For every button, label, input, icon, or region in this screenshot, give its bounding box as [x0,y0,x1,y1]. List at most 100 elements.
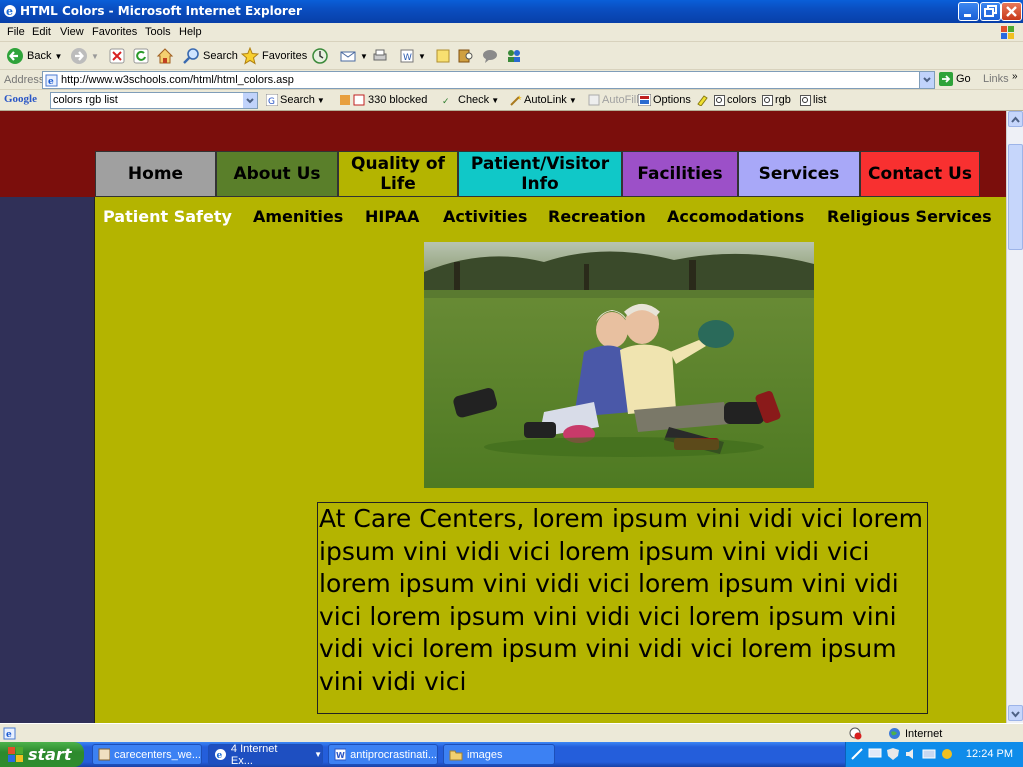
taskbar-item-internet-explorer[interactable]: e 4 Internet Ex... ▼ [208,743,323,767]
start-button[interactable]: start [0,742,84,767]
start-label: start [28,745,72,764]
find-term-icon [762,94,773,106]
google-logo[interactable]: Google [4,93,37,105]
forward-button[interactable]: ▼ [70,46,99,66]
device-icon[interactable] [922,747,936,761]
chevron-down-icon [246,98,254,104]
back-button[interactable]: Back ▼ [6,46,62,66]
spell-check-button[interactable]: ✓ Check ▼ [442,94,499,106]
nav-services[interactable]: Services [738,151,860,197]
research-button[interactable] [457,46,475,66]
search-button[interactable]: Search [182,46,238,66]
minimize-button[interactable] [958,2,979,21]
highlighter-icon [697,95,708,106]
options-icon [638,94,651,106]
menu-favorites[interactable]: Favorites [92,26,137,38]
scroll-down-button[interactable] [1008,705,1023,721]
menu-view[interactable]: View [60,26,84,38]
globe-icon [889,728,900,739]
subnav-hipaa[interactable]: HIPAA [365,207,419,226]
address-input[interactable]: e http://www.w3schools.com/html/html_col… [42,71,935,89]
messenger-button[interactable] [481,46,499,66]
nav-contact-us[interactable]: Contact Us [860,151,980,197]
chevron-down-icon: ▼ [316,95,325,105]
popup-blocked-status-icon[interactable] [848,726,862,740]
go-button[interactable]: Go [939,72,971,86]
autolink-wand-icon [510,95,522,106]
menu-bar: File Edit View Favorites Tools Help [0,23,1023,42]
page-status-icon: e [3,727,16,740]
nav-patient-visitor-info[interactable]: Patient/Visitor Info [458,151,622,197]
security-shield-icon[interactable] [886,747,900,761]
close-button[interactable] [1001,2,1022,21]
history-button[interactable] [311,46,329,66]
nav-label: Facilities [637,164,723,184]
links-button[interactable]: Links [983,73,1009,85]
favorites-button[interactable]: Favorites [241,46,307,66]
address-url: http://www.w3schools.com/html/html_color… [61,74,294,86]
google-search-dropdown[interactable] [243,93,257,108]
search-label: Search [203,50,238,62]
refresh-button[interactable] [133,46,149,66]
vertical-scrollbar[interactable] [1006,111,1023,723]
nav-facilities[interactable]: Facilities [622,151,738,197]
home-button[interactable] [156,46,174,66]
chevron-down-icon: ▼ [360,51,368,61]
popup-blocker-icon [340,94,365,106]
standard-toolbar: Back ▼ ▼ Search Favorites ▼ W ▼ [0,42,1023,70]
subnav-patient-safety[interactable]: Patient Safety [103,207,232,226]
favorites-label: Favorites [262,50,308,62]
restore-button[interactable] [980,2,1001,21]
nav-quality-of-life[interactable]: Quality of Life [338,151,458,197]
highlight-term-colors[interactable]: colors [714,94,756,106]
autofill-button[interactable]: AutoFill [588,94,639,106]
svg-text:e: e [48,77,54,87]
back-arrow-icon [7,48,23,64]
google-search-input[interactable]: colors rgb list [50,92,258,109]
network-icon[interactable] [850,747,864,761]
menu-help[interactable]: Help [179,26,202,38]
taskbar-item-carecenters[interactable]: carecenters_we... [92,744,202,765]
close-icon [1006,6,1017,17]
highlighter-button[interactable] [696,94,708,106]
autolink-button[interactable]: AutoLink ▼ [510,94,577,106]
nav-home[interactable]: Home [95,151,216,197]
highlight-term-rgb[interactable]: rgb [762,94,791,106]
mail-button[interactable]: ▼ [339,46,368,66]
subnav-accomodations[interactable]: Accomodations [667,207,804,226]
nav-label: Home [127,164,184,184]
scroll-thumb[interactable] [1008,144,1023,250]
menu-tools[interactable]: Tools [145,26,171,38]
volume-icon[interactable] [904,747,918,761]
nav-about-us[interactable]: About Us [216,151,338,197]
favorites-star-icon [241,47,259,65]
subnav-amenities[interactable]: Amenities [253,207,343,226]
print-button[interactable] [371,46,389,66]
menu-edit[interactable]: Edit [32,26,51,38]
highlight-term-list[interactable]: list [800,94,826,106]
taskbar-item-images[interactable]: images [443,744,555,765]
options-button[interactable]: Options [638,94,691,106]
autofill-label: AutoFill [602,94,639,106]
taskbar-item-antiprocrastination[interactable]: W antiprocrastinati... [328,744,438,765]
scroll-up-button[interactable] [1008,111,1023,127]
subnav-recreation[interactable]: Recreation [548,207,646,226]
discuss-button[interactable] [435,46,451,66]
subnav-activities[interactable]: Activities [443,207,527,226]
people-icon [508,50,520,62]
chevron-right-icon[interactable]: » [1012,71,1018,82]
find-term-icon [800,94,811,106]
popup-blocker-button[interactable]: 330 blocked [340,94,427,106]
address-dropdown[interactable] [919,72,934,88]
page-icon: e [45,74,58,87]
monitor-icon[interactable] [868,747,882,761]
google-search-button[interactable]: G Search ▼ [266,94,325,106]
subnav-religious-services[interactable]: Religious Services [827,207,992,226]
msn-button[interactable] [505,46,523,66]
highlight-term-label: rgb [775,94,791,106]
stop-button[interactable] [109,46,125,66]
chevron-down-icon: ▼ [91,51,99,61]
edit-button[interactable]: W ▼ [399,46,426,66]
update-icon[interactable] [940,747,954,761]
menu-file[interactable]: File [7,26,25,38]
